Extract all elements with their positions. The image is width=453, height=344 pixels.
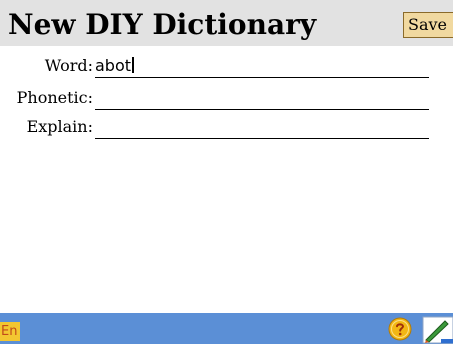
text-cursor: [132, 57, 135, 73]
word-label: Word:: [44, 56, 93, 75]
question-icon: [388, 317, 412, 341]
phonetic-label: Phonetic:: [16, 88, 93, 107]
explain-row: Explain:: [0, 116, 453, 142]
word-row: Word: abot: [0, 55, 453, 81]
input-language-button[interactable]: En: [0, 322, 20, 341]
pen-icon: [422, 316, 453, 344]
word-field[interactable]: abot: [95, 55, 429, 78]
phonetic-row: Phonetic:: [0, 87, 453, 113]
page-title: New DIY Dictionary: [8, 8, 317, 41]
word-value: abot: [95, 56, 132, 75]
status-bar: En: [0, 313, 453, 344]
help-button[interactable]: [388, 317, 412, 341]
phonetic-field[interactable]: [95, 87, 429, 110]
handwriting-button[interactable]: [422, 316, 453, 344]
explain-label: Explain:: [26, 117, 93, 136]
save-button[interactable]: Save: [403, 12, 453, 38]
title-bar: New DIY Dictionary Save: [0, 0, 453, 46]
explain-field[interactable]: [95, 116, 429, 139]
